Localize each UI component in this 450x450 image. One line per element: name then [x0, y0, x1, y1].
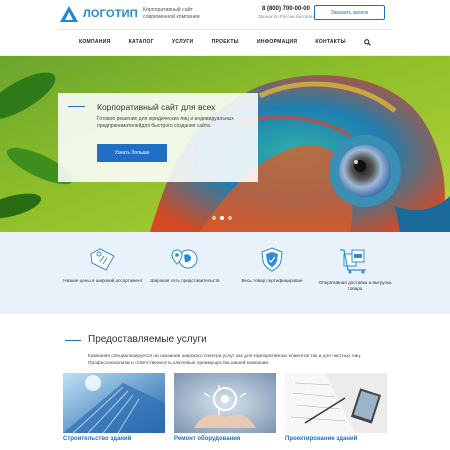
- nav-item-company[interactable]: КОМПАНИЯ: [79, 39, 111, 45]
- delivery-cart-icon: [340, 249, 366, 274]
- phone-number[interactable]: 8 (800) 700-00-00: [258, 6, 310, 12]
- services-accent-line: [65, 340, 81, 341]
- phone-block: 8 (800) 700-00-00 Звонок по России беспл…: [258, 6, 322, 19]
- feature-label: Широкая сеть представительств: [150, 278, 220, 283]
- main-nav: КОМПАНИЯ КАТАЛОГ УСЛУГИ ПРОЕКТЫ ИНФОРМАЦ…: [59, 29, 391, 55]
- service-card-title[interactable]: Строительство зданий: [63, 436, 165, 442]
- learn-more-button[interactable]: Узнать больше: [97, 144, 167, 162]
- feature-item: Весь товар сертифицирован: [232, 246, 312, 284]
- logo-icon: [60, 6, 78, 22]
- feature-label: Низкие цены и широкий ассортимент: [63, 278, 143, 283]
- feature-item: Низкие цены и широкий ассортимент: [63, 246, 143, 284]
- hero-accent-line: [68, 106, 85, 107]
- logo[interactable]: ЛОГОТИП: [59, 5, 138, 23]
- service-card[interactable]: Проектирование зданий: [285, 373, 387, 442]
- hero-slider: Корпоративный сайт для всех Готовое реше…: [0, 56, 450, 232]
- service-card-image[interactable]: [285, 373, 387, 433]
- services-description: Компания специализируется на оказании ши…: [88, 354, 362, 366]
- search-icon[interactable]: [364, 38, 371, 46]
- nav-item-catalog[interactable]: КАТАЛОГ: [129, 39, 154, 45]
- order-call-button[interactable]: Заказать звонок: [314, 5, 385, 20]
- services-section: Предоставляемые услуги Компания специали…: [0, 314, 450, 450]
- slider-dot-3[interactable]: [228, 216, 232, 220]
- feature-item: Широкая сеть представительств: [145, 246, 225, 284]
- site-tagline: Корпоративный сайт современной компании: [143, 7, 200, 20]
- service-card-image[interactable]: [174, 373, 276, 433]
- services-title: Предоставляемые услуги: [88, 334, 207, 345]
- nav-item-services[interactable]: УСЛУГИ: [172, 39, 193, 45]
- feature-label: Весь товар сертифицирован: [241, 278, 303, 283]
- slider-dot-2[interactable]: [220, 216, 224, 220]
- slider-dots: [212, 216, 232, 220]
- feature-label: Оперативная доставка и выгрузка товара: [318, 280, 392, 291]
- certified-shield-icon: [261, 247, 283, 272]
- service-card-title[interactable]: Ремонт оборудования: [174, 436, 276, 442]
- nav-item-contacts[interactable]: КОНТАКТЫ: [315, 39, 345, 45]
- slider-dot-1[interactable]: [212, 216, 216, 220]
- hero-card: Корпоративный сайт для всех Готовое реше…: [58, 93, 258, 182]
- logo-text: ЛОГОТИП: [83, 8, 138, 20]
- nav-item-projects[interactable]: ПРОЕКТЫ: [212, 39, 239, 45]
- hero-text: Готовое решение для юридических лиц и ин…: [97, 116, 234, 129]
- hero-title: Корпоративный сайт для всех: [97, 102, 216, 112]
- map-pin-icon: [171, 249, 198, 269]
- service-card[interactable]: Строительство зданий: [63, 373, 165, 442]
- service-card[interactable]: Ремонт оборудования: [174, 373, 276, 442]
- site-header: ЛОГОТИП Корпоративный сайт современной к…: [0, 0, 450, 29]
- service-card-image[interactable]: [63, 373, 165, 433]
- feature-item: Оперативная доставка и выгрузка товара: [315, 246, 395, 292]
- features-section: Низкие цены и широкий ассортимент Широка…: [0, 232, 450, 314]
- price-tag-icon: [90, 248, 115, 271]
- service-card-title[interactable]: Проектирование зданий: [285, 436, 387, 442]
- phone-note: Звонок по России бесплатный: [258, 14, 322, 19]
- nav-item-info[interactable]: ИНФОРМАЦИЯ: [257, 39, 297, 45]
